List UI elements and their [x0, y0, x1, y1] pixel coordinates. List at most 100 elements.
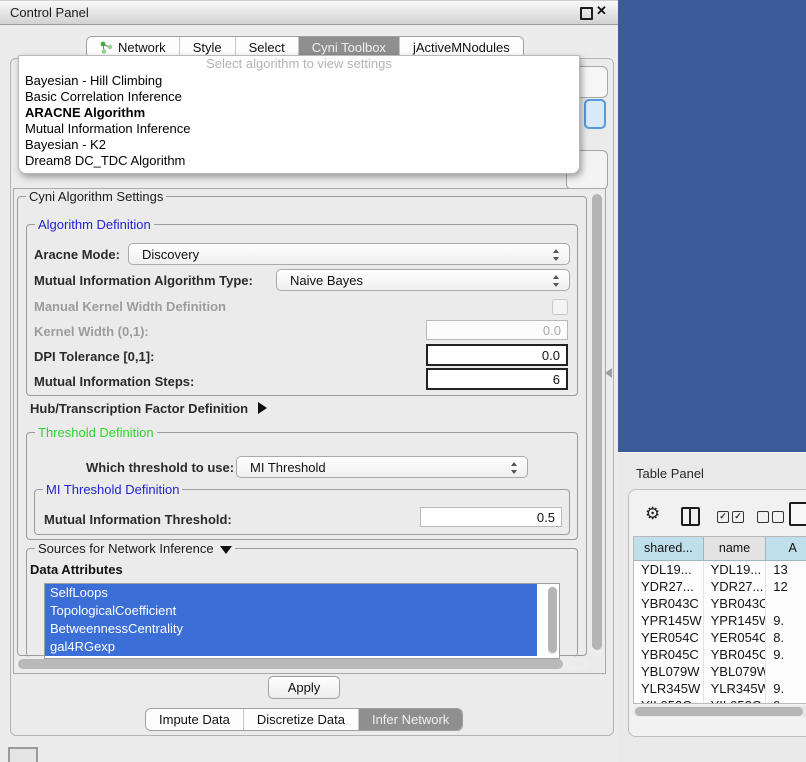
document-icon[interactable]	[789, 502, 806, 526]
table-cell: YPR145W	[634, 612, 704, 629]
threshold-definition-title: Threshold Definition	[35, 425, 157, 440]
hub-definition-expander[interactable]: Hub/Transcription Factor Definition	[30, 401, 267, 416]
algorithm-option[interactable]: Basic Correlation Inference	[19, 89, 579, 105]
table-cell: YDR27...	[704, 578, 767, 595]
table-cell: 9.	[766, 680, 806, 697]
mi-algorithm-type-value: Naive Bayes	[290, 273, 363, 288]
table-cell: 12	[766, 578, 806, 595]
settings-vertical-scrollbar[interactable]	[590, 190, 603, 656]
mi-threshold-label: Mutual Information Threshold:	[44, 512, 232, 527]
table-row[interactable]: YLR345WYLR345W9.	[634, 680, 806, 697]
split-columns-icon[interactable]	[681, 507, 700, 526]
splitpane-arrow-icon[interactable]	[605, 368, 612, 378]
hidden-spinner-fragment	[584, 99, 606, 129]
attribute-item[interactable]: BetweennessCentrality	[45, 620, 537, 638]
which-threshold-label: Which threshold to use:	[86, 460, 234, 475]
table-panel-body: ⚙ ✓ ✓ shared...nameA YDL19...YDL19...13Y…	[628, 489, 806, 737]
hub-definition-label: Hub/Transcription Factor Definition	[30, 401, 248, 416]
manual-kernel-checkbox[interactable]	[552, 299, 568, 315]
network-desktop-background: GALGAL80GAL10GAL1GAL11SWI4GAL4GCY1HAP4YH…	[618, 0, 806, 452]
bottom-tab-discretize-data[interactable]: Discretize Data	[244, 709, 359, 730]
deselect-check-icon[interactable]	[757, 511, 769, 523]
dpi-tolerance-label: DPI Tolerance [0,1]:	[34, 349, 154, 364]
mi-threshold-title: MI Threshold Definition	[43, 482, 182, 497]
bottom-tab-impute-data[interactable]: Impute Data	[146, 709, 244, 730]
tab-label: Discretize Data	[257, 712, 345, 727]
table-cell: 13	[766, 561, 806, 578]
table-cell: YLR345W	[634, 680, 704, 697]
panel-title: Control Panel	[10, 5, 89, 20]
table-row[interactable]: YBL079WYBL079W	[634, 663, 806, 680]
mi-steps-input[interactable]: 6	[426, 368, 568, 390]
kernel-width-input[interactable]: 0.0	[426, 320, 568, 340]
cyni-settings-title: Cyni Algorithm Settings	[26, 189, 166, 204]
table-cell: YBL079W	[704, 663, 767, 680]
column-header-a[interactable]: A	[766, 537, 806, 561]
table-cell: YBL079W	[634, 663, 704, 680]
table-row[interactable]: YBR045CYBR045C9.	[634, 646, 806, 663]
table-cell: 9.	[766, 612, 806, 629]
column-header-name[interactable]: name	[704, 537, 767, 561]
sources-title[interactable]: Sources for Network Inference	[35, 541, 235, 556]
aracne-mode-select[interactable]: Discovery	[128, 243, 570, 265]
node-attribute-table[interactable]: shared...nameA YDL19...YDL19...13YDR27..…	[633, 536, 806, 704]
attribute-item[interactable]: gal4RGexp	[45, 638, 537, 656]
network-icon	[100, 41, 113, 54]
tab-label: Network	[118, 40, 166, 55]
algorithm-option[interactable]: Bayesian - Hill Climbing	[19, 73, 579, 89]
table-row[interactable]: YIL052CYIL052C9	[634, 697, 806, 704]
float-window-icon[interactable]	[580, 7, 593, 20]
table-cell	[766, 663, 806, 680]
table-cell: YIL052C	[634, 697, 704, 704]
mi-threshold-input[interactable]: 0.5	[420, 507, 562, 527]
algorithm-option[interactable]: ARACNE Algorithm	[19, 105, 579, 121]
which-threshold-select[interactable]: MI Threshold	[236, 456, 528, 478]
manual-kernel-label: Manual Kernel Width Definition	[34, 299, 226, 314]
select-check-icon[interactable]: ✓	[732, 511, 744, 523]
table-cell: 8.	[766, 629, 806, 646]
close-icon[interactable]: ✕	[596, 3, 607, 19]
attribute-item[interactable]: TopologicalCoefficient	[45, 602, 537, 620]
attribute-item[interactable]: SelfLoops	[45, 584, 537, 602]
table-row[interactable]: YPR145WYPR145W9.	[634, 612, 806, 629]
table-panel-title: Table Panel	[636, 466, 704, 481]
table-cell: YER054C	[704, 629, 767, 646]
table-row[interactable]: YDR27...YDR27...12	[634, 578, 806, 595]
table-cell: YIL052C	[704, 697, 767, 704]
table-cell: YDR27...	[634, 578, 704, 595]
algorithm-dropdown[interactable]: Select algorithm to view settings Bayesi…	[18, 55, 580, 174]
table-row[interactable]: YDL19...YDL19...13	[634, 561, 806, 578]
column-header-shared[interactable]: shared...	[634, 537, 704, 561]
select-check-icon[interactable]: ✓	[717, 511, 729, 523]
data-attributes-list[interactable]: SelfLoopsTopologicalCoefficientBetweenne…	[44, 583, 560, 659]
table-row[interactable]: YER054CYER054C8.	[634, 629, 806, 646]
aracne-mode-label: Aracne Mode:	[34, 247, 120, 262]
algorithm-definition-title: Algorithm Definition	[35, 217, 154, 232]
table-cell: 9.	[766, 646, 806, 663]
table-cell: YBR045C	[704, 646, 767, 663]
stepper-arrows-icon	[553, 248, 560, 262]
algorithm-option[interactable]: Mutual Information Inference	[19, 121, 579, 137]
algorithm-option[interactable]: Dream8 DC_TDC Algorithm	[19, 153, 579, 169]
settings-horizontal-scrollbar[interactable]	[15, 658, 588, 670]
dropdown-prompt: Select algorithm to view settings	[19, 56, 579, 73]
mi-steps-label: Mutual Information Steps:	[34, 374, 194, 389]
bottom-tab-infer-network[interactable]: Infer Network	[359, 709, 462, 730]
list-scrollbar[interactable]	[548, 586, 557, 655]
tab-label: Style	[193, 40, 222, 55]
algorithm-option[interactable]: Bayesian - K2	[19, 137, 579, 153]
table-header-row: shared...nameA	[634, 537, 806, 561]
deselect-check-icon[interactable]	[772, 511, 784, 523]
apply-button[interactable]: Apply	[268, 676, 340, 699]
mi-algorithm-type-label: Mutual Information Algorithm Type:	[34, 273, 253, 288]
table-horizontal-scrollbar[interactable]	[633, 706, 806, 717]
dpi-tolerance-input[interactable]: 0.0	[426, 344, 568, 366]
dropdown-items: Bayesian - Hill ClimbingBasic Correlatio…	[19, 73, 579, 169]
table-row[interactable]: YBR043CYBR043C	[634, 595, 806, 612]
table-cell: YBR045C	[634, 646, 704, 663]
data-attributes-label: Data Attributes	[30, 562, 123, 577]
collapsed-panel-button[interactable]	[8, 747, 38, 762]
mi-algorithm-type-select[interactable]: Naive Bayes	[276, 269, 570, 291]
settings-gear-icon[interactable]: ⚙	[645, 504, 660, 524]
table-cell: YLR345W	[704, 680, 767, 697]
